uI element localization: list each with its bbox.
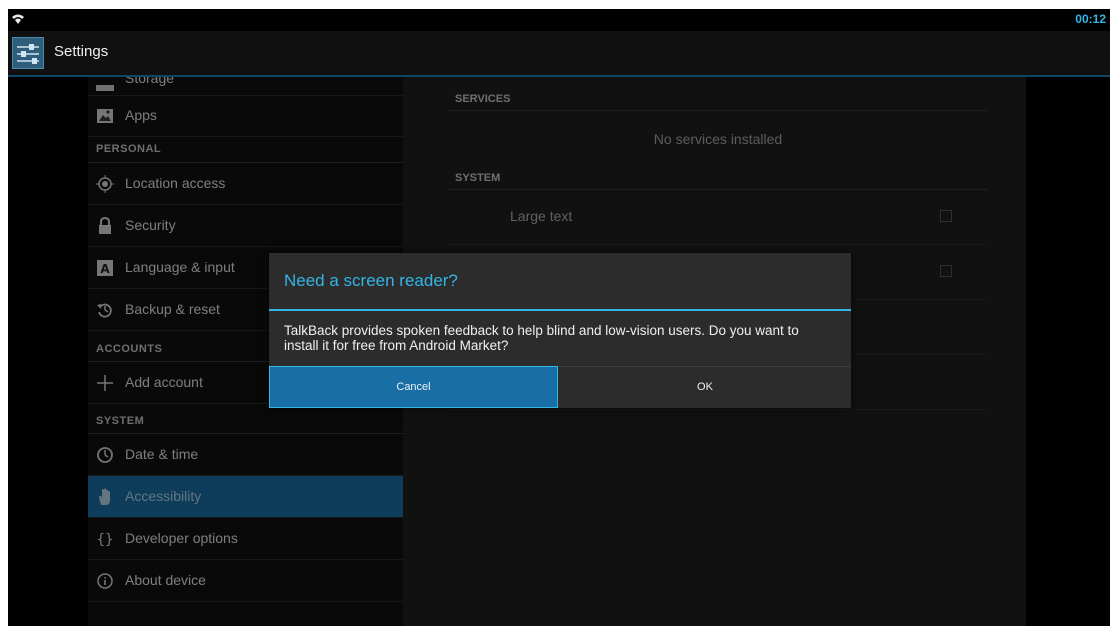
dialog-title: Need a screen reader? [284,271,458,290]
wifi-icon [11,11,25,26]
action-bar: Settings [8,31,1110,77]
dialog-title-divider [269,309,851,311]
screen: 00:12 Settings Storage Apps PERSONAL Loc… [8,9,1110,626]
cancel-button[interactable]: Cancel [269,366,558,408]
app-title[interactable]: Settings [54,43,108,60]
dialog-message: TalkBack provides spoken feedback to hel… [284,323,799,353]
status-bar: 00:12 [8,9,1110,31]
clock: 00:12 [1075,12,1106,26]
settings-sliders-icon[interactable] [12,37,44,69]
ok-button[interactable]: OK [559,366,851,408]
screen-reader-dialog: Need a screen reader? TalkBack provides … [269,253,851,408]
